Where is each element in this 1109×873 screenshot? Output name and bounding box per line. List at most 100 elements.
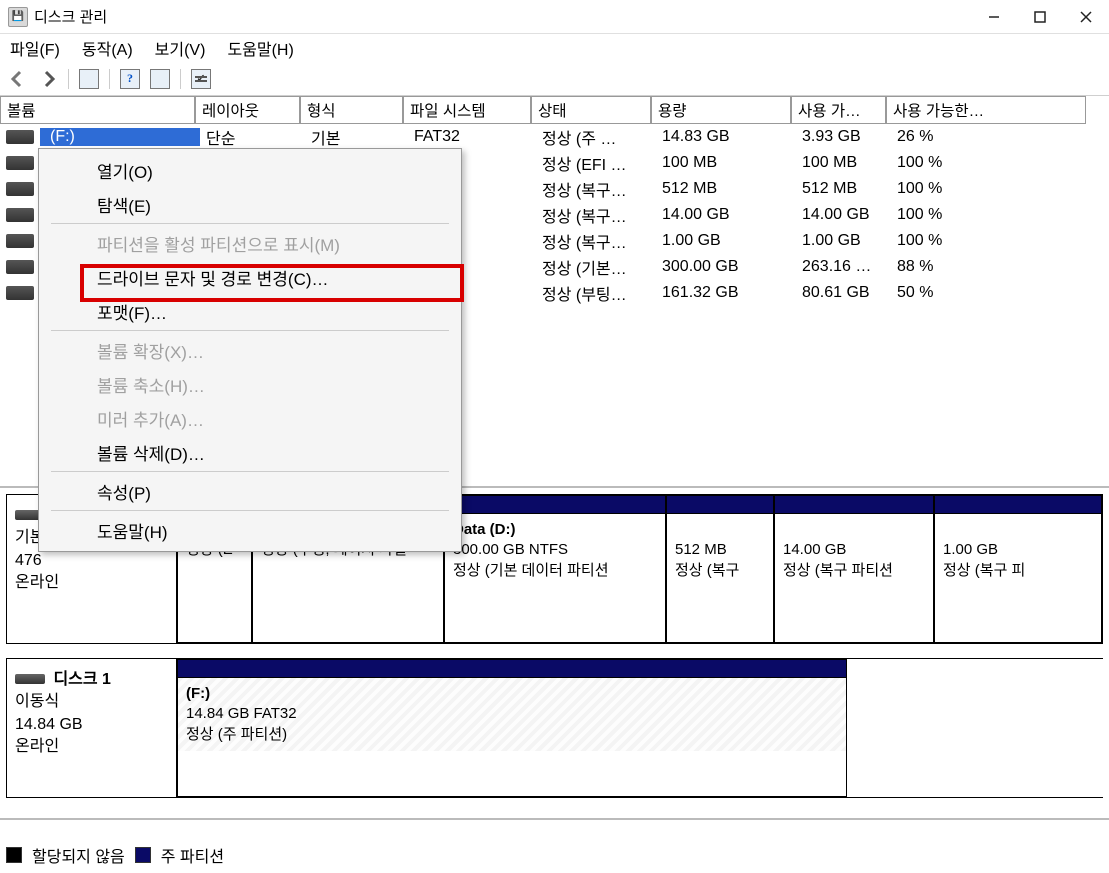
part-line: (F:) bbox=[186, 684, 838, 704]
help-icon[interactable]: ? bbox=[120, 69, 140, 89]
cell: 26 % bbox=[891, 128, 939, 146]
cell: 정상 (EFI … bbox=[536, 151, 656, 175]
window-title: 디스크 관리 bbox=[34, 6, 971, 27]
cell: 161.32 GB bbox=[656, 284, 796, 302]
ctx-mirror: 미러 추가(A)… bbox=[41, 401, 459, 435]
cell: 100 % bbox=[891, 180, 948, 198]
maximize-button[interactable] bbox=[1017, 1, 1063, 33]
col-volume[interactable]: 볼륨 bbox=[0, 96, 195, 124]
volume-icon bbox=[6, 130, 34, 144]
menu-action[interactable]: 동작(A) bbox=[82, 36, 133, 60]
part-line: 512 MB bbox=[675, 540, 765, 560]
partition[interactable]: Data (D:)300.00 GB NTFS정상 (기본 데이터 파티션 bbox=[444, 495, 666, 643]
disk-1-pane[interactable]: 디스크 1 이동식 14.84 GB 온라인 (F:)14.84 GB FAT3… bbox=[6, 658, 1103, 798]
menu-view[interactable]: 보기(V) bbox=[155, 36, 206, 60]
refresh-icon[interactable] bbox=[150, 69, 170, 89]
cell: 정상 (부팅… bbox=[536, 281, 656, 305]
col-status[interactable]: 상태 bbox=[531, 96, 651, 124]
cell: 정상 (복구… bbox=[536, 203, 656, 227]
volume-icon bbox=[6, 286, 34, 300]
part-line: 14.00 GB bbox=[783, 540, 925, 560]
table-header: 볼륨 레이아웃 형식 파일 시스템 상태 용량 사용 가… 사용 가능한… bbox=[0, 96, 1109, 124]
cell: 100 MB bbox=[796, 154, 891, 172]
cell: FAT32 bbox=[408, 128, 536, 146]
table-row[interactable]: (F:) 단순 기본 FAT32 정상 (주 … 14.83 GB 3.93 G… bbox=[0, 124, 1109, 150]
cell: 3.93 GB bbox=[796, 128, 891, 146]
cell: 263.16 … bbox=[796, 258, 891, 276]
part-line: 정상 (복구 파티션 bbox=[783, 561, 925, 581]
app-icon: 💾 bbox=[8, 7, 28, 27]
ctx-format[interactable]: 포맷(F)… bbox=[41, 294, 459, 328]
context-menu: 열기(O) 탐색(E) 파티션을 활성 파티션으로 표시(M) 드라이브 문자 … bbox=[38, 148, 462, 552]
volume-icon bbox=[6, 156, 34, 170]
ctx-separator bbox=[51, 223, 449, 224]
cell: 100 % bbox=[891, 154, 948, 172]
part-line: Data (D:) bbox=[453, 520, 657, 540]
ctx-separator bbox=[51, 471, 449, 472]
cell: 88 % bbox=[891, 258, 939, 276]
ctx-shrink: 볼륨 축소(H)… bbox=[41, 367, 459, 401]
vol-name: (F:) bbox=[46, 128, 79, 146]
disk-size: 14.84 GB bbox=[15, 714, 168, 736]
cell: 50 % bbox=[891, 284, 939, 302]
disk-1-header: 디스크 1 이동식 14.84 GB 온라인 bbox=[7, 659, 177, 797]
ctx-explore[interactable]: 탐색(E) bbox=[41, 187, 459, 221]
col-free2[interactable]: 사용 가능한… bbox=[886, 96, 1086, 124]
ctx-properties[interactable]: 속성(P) bbox=[41, 474, 459, 508]
title-bar: 💾 디스크 관리 bbox=[0, 0, 1109, 34]
partition[interactable]: 1.00 GB정상 (복구 피 bbox=[934, 495, 1102, 643]
partition[interactable]: 14.00 GB정상 (복구 파티션 bbox=[774, 495, 934, 643]
col-free[interactable]: 사용 가… bbox=[791, 96, 886, 124]
toolbar-separator bbox=[180, 69, 181, 89]
col-layout[interactable]: 레이아웃 bbox=[195, 96, 300, 124]
cell: 정상 (기본… bbox=[536, 255, 656, 279]
legend-unallocated-label: 할당되지 않음 bbox=[32, 843, 125, 867]
menu-help[interactable]: 도움말(H) bbox=[227, 36, 293, 60]
cell: 정상 (복구… bbox=[536, 229, 656, 253]
part-line: 정상 (주 파티션) bbox=[186, 725, 838, 745]
volume-icon bbox=[6, 260, 34, 274]
ctx-separator bbox=[51, 330, 449, 331]
forward-button[interactable] bbox=[38, 69, 58, 89]
menu-file[interactable]: 파일(F) bbox=[10, 36, 60, 60]
part-line: 14.84 GB FAT32 bbox=[186, 704, 838, 724]
ctx-delete[interactable]: 볼륨 삭제(D)… bbox=[41, 435, 459, 469]
settings-icon[interactable] bbox=[191, 69, 211, 89]
disk-size: 476 bbox=[15, 550, 168, 572]
disk-status: 온라인 bbox=[15, 736, 168, 758]
cell: 단순 bbox=[200, 125, 305, 149]
cell: 100 % bbox=[891, 232, 948, 250]
cell: 300.00 GB bbox=[656, 258, 796, 276]
properties-icon[interactable] bbox=[79, 69, 99, 89]
col-capacity[interactable]: 용량 bbox=[651, 96, 791, 124]
legend-primary-icon bbox=[135, 847, 151, 863]
ctx-separator bbox=[51, 510, 449, 511]
close-button[interactable] bbox=[1063, 1, 1109, 33]
ctx-change-drive-letter[interactable]: 드라이브 문자 및 경로 변경(C)… bbox=[41, 260, 459, 294]
ctx-help[interactable]: 도움말(H) bbox=[41, 513, 459, 547]
cell: 1.00 GB bbox=[796, 232, 891, 250]
part-line: 300.00 GB NTFS bbox=[453, 540, 657, 560]
toolbar-separator bbox=[109, 69, 110, 89]
cell: 정상 (복구… bbox=[536, 177, 656, 201]
partition-selected[interactable]: (F:)14.84 GB FAT32정상 (주 파티션) bbox=[177, 659, 847, 797]
toolbar: ? bbox=[0, 62, 1109, 96]
cell: 14.00 GB bbox=[656, 206, 796, 224]
back-button[interactable] bbox=[8, 69, 28, 89]
cell: 512 MB bbox=[656, 180, 796, 198]
col-type[interactable]: 형식 bbox=[300, 96, 403, 124]
cell: 기본 bbox=[305, 125, 408, 149]
ctx-extend: 볼륨 확장(X)… bbox=[41, 333, 459, 367]
volume-icon bbox=[6, 234, 34, 248]
cell: 100 % bbox=[891, 206, 948, 224]
minimize-button[interactable] bbox=[971, 1, 1017, 33]
disk-type: 이동식 bbox=[15, 691, 168, 713]
cell: 512 MB bbox=[796, 180, 891, 198]
part-line: 1.00 GB bbox=[943, 540, 1093, 560]
cell: 정상 (주 … bbox=[536, 125, 656, 149]
ctx-mark-active: 파티션을 활성 파티션으로 표시(M) bbox=[41, 226, 459, 260]
ctx-open[interactable]: 열기(O) bbox=[41, 153, 459, 187]
col-fs[interactable]: 파일 시스템 bbox=[403, 96, 531, 124]
partition[interactable]: 512 MB정상 (복구 bbox=[666, 495, 774, 643]
legend-primary-label: 주 파티션 bbox=[161, 843, 224, 867]
